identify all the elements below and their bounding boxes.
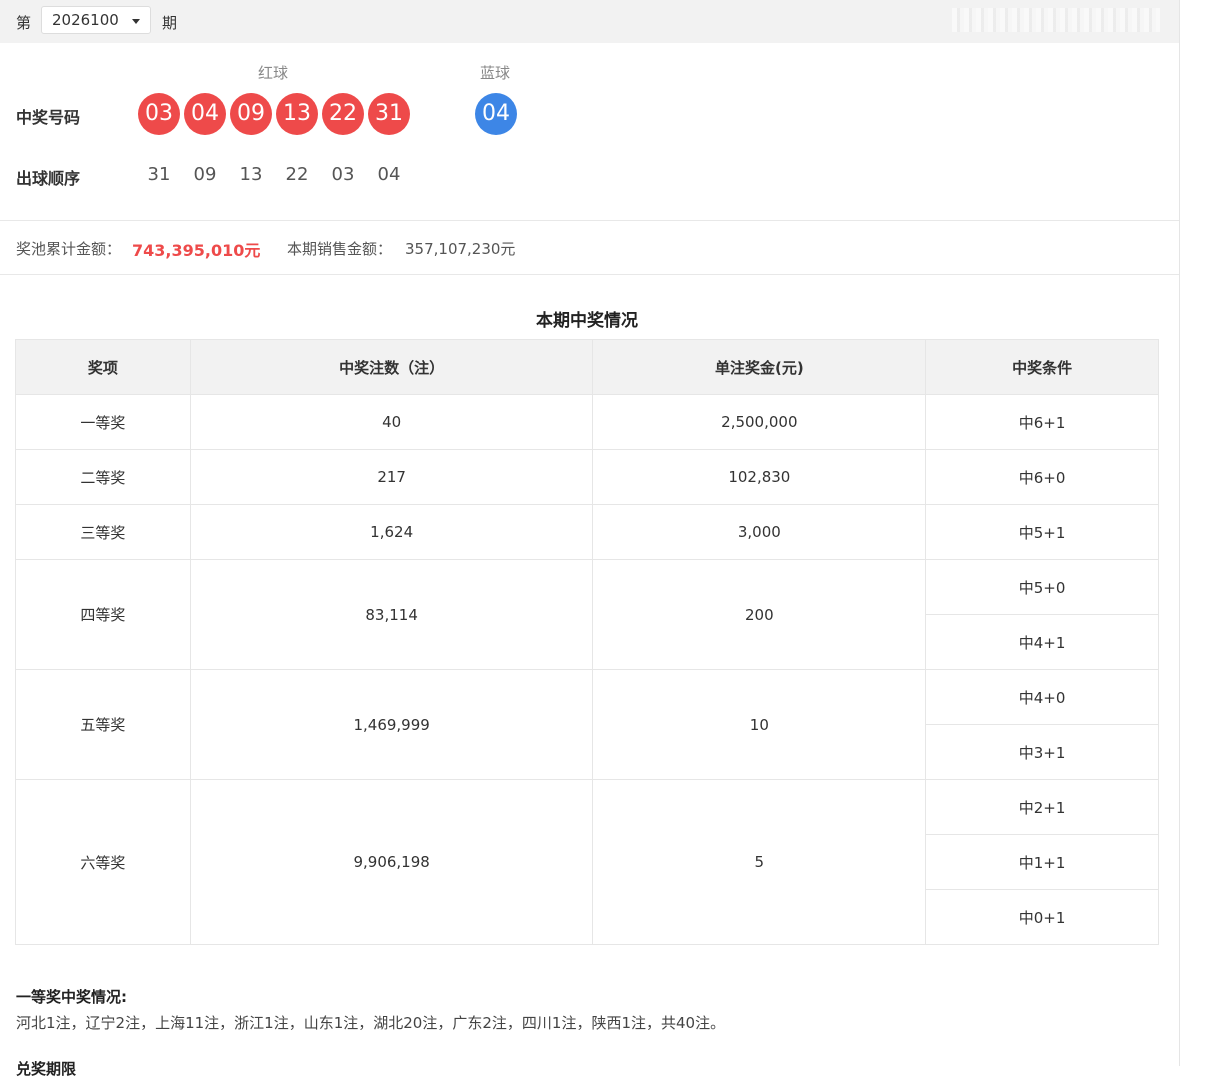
column-header: 奖项 xyxy=(15,339,191,395)
draw-order-number: 09 xyxy=(193,164,217,185)
issue-prefix: 第 xyxy=(16,14,32,32)
winner-count: 83,114 xyxy=(189,559,594,670)
draw-order-number: 22 xyxy=(285,164,309,185)
red-ball: 13 xyxy=(276,93,318,135)
prize-name: 六等奖 xyxy=(15,779,191,945)
winner-count: 217 xyxy=(189,449,594,505)
sales-label: 本期销售金额： xyxy=(287,240,393,258)
table-header-row: 奖项 中奖注数（注） 单注奖金(元) 中奖条件 xyxy=(15,339,1159,395)
divider xyxy=(0,274,1179,275)
pool-label: 奖池累计金额： xyxy=(16,240,122,258)
table-row: 四等奖 83,114 200 中5+0 xyxy=(15,559,1159,670)
site-logo xyxy=(952,8,1160,32)
red-ball: 31 xyxy=(368,93,410,135)
win-condition: 中1+1 xyxy=(925,834,1159,890)
redemption-deadline-title: 兑奖期限 xyxy=(16,1060,77,1078)
blue-ball: 04 xyxy=(475,93,517,135)
draw-order-label: 出球顺序 xyxy=(16,169,81,188)
column-header: 中奖注数（注） xyxy=(189,339,594,395)
divider xyxy=(0,220,1179,221)
win-condition: 中4+1 xyxy=(925,614,1159,670)
win-condition: 中2+1 xyxy=(925,779,1159,835)
prize-name: 五等奖 xyxy=(15,669,191,780)
prize-amount: 3,000 xyxy=(592,504,927,560)
red-ball: 04 xyxy=(184,93,226,135)
column-header: 单注奖金(元) xyxy=(592,339,927,395)
table-row: 一等奖 40 2,500,000 中6+1 xyxy=(15,394,1159,450)
issue-select[interactable]: 2026100 xyxy=(41,6,151,34)
table-row: 二等奖 217 102,830 中6+0 xyxy=(15,449,1159,505)
prize-table: 奖项 中奖注数（注） 单注奖金(元) 中奖条件 一等奖 40 2,500,000… xyxy=(15,339,1159,945)
first-prize-summary-title: 一等奖中奖情况: xyxy=(16,988,127,1006)
red-ball-label: 红球 xyxy=(258,64,289,82)
win-condition: 中6+0 xyxy=(925,449,1159,505)
lottery-result-page: 第 2026100 期 红球 蓝球 中奖号码 03 04 09 13 22 31… xyxy=(0,0,1180,1078)
draw-order-number: 31 xyxy=(147,164,171,185)
prize-name: 四等奖 xyxy=(15,559,191,670)
prize-name: 一等奖 xyxy=(15,394,191,450)
blue-ball-label: 蓝球 xyxy=(480,64,511,82)
prize-amount: 10 xyxy=(592,669,927,780)
column-header: 中奖条件 xyxy=(925,339,1159,395)
prize-amount: 200 xyxy=(592,559,927,670)
first-prize-summary-text: 河北1注，辽宁2注，上海11注，浙江1注，山东1注，湖北20注，广东2注，四川1… xyxy=(16,1014,726,1032)
winner-count: 40 xyxy=(189,394,594,450)
prize-name: 二等奖 xyxy=(15,449,191,505)
winner-count: 1,624 xyxy=(189,504,594,560)
win-condition: 中3+1 xyxy=(925,724,1159,780)
issue-suffix: 期 xyxy=(162,14,178,32)
winning-numbers-label: 中奖号码 xyxy=(16,108,81,127)
draw-order-number: 04 xyxy=(377,164,401,185)
red-ball: 22 xyxy=(322,93,364,135)
table-row: 六等奖 9,906,198 5 中2+1 xyxy=(15,779,1159,945)
win-condition: 中4+0 xyxy=(925,669,1159,725)
win-condition: 中5+1 xyxy=(925,504,1159,560)
prize-name: 三等奖 xyxy=(15,504,191,560)
issue-select-value: 2026100 xyxy=(52,11,119,29)
winner-count: 9,906,198 xyxy=(189,779,594,945)
issue-bar: 第 2026100 期 xyxy=(0,0,1179,43)
draw-order-number: 03 xyxy=(331,164,355,185)
win-condition: 中0+1 xyxy=(925,889,1159,945)
prize-amount: 5 xyxy=(592,779,927,945)
red-ball: 03 xyxy=(138,93,180,135)
pool-value: 743,395,010元 xyxy=(132,241,261,260)
prize-amount: 2,500,000 xyxy=(592,394,927,450)
caret-down-icon xyxy=(132,19,140,24)
table-row: 三等奖 1,624 3,000 中5+1 xyxy=(15,504,1159,560)
red-ball: 09 xyxy=(230,93,272,135)
table-row: 五等奖 1,469,999 10 中4+0 xyxy=(15,669,1159,780)
sales-value: 357,107,230元 xyxy=(405,240,516,258)
prize-table-title: 本期中奖情况 xyxy=(536,311,638,331)
draw-order-number: 13 xyxy=(239,164,263,185)
win-condition: 中5+0 xyxy=(925,559,1159,615)
prize-amount: 102,830 xyxy=(592,449,927,505)
winner-count: 1,469,999 xyxy=(189,669,594,780)
win-condition: 中6+1 xyxy=(925,394,1159,450)
